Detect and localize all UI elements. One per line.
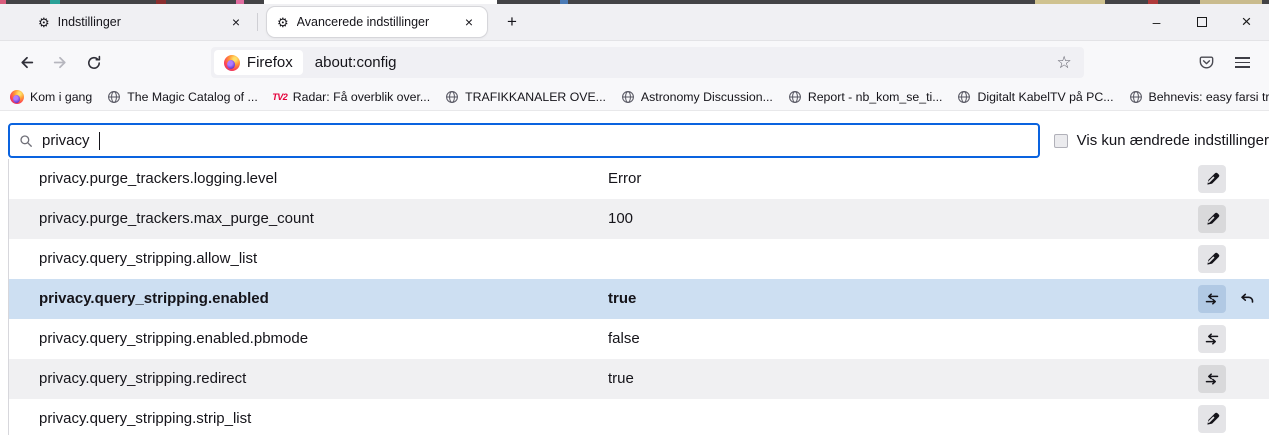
preference-value: Error [608,170,642,187]
tab-separator [257,13,258,31]
preference-name: privacy.query_stripping.enabled.pbmode [39,330,309,347]
preference-name: privacy.query_stripping.redirect [39,370,247,387]
minimize-button[interactable]: – [1134,4,1179,40]
search-value: privacy [42,132,90,149]
bookmark-item[interactable]: The Magic Catalog of ... [107,90,258,104]
tab-label: Avancerede indstillinger [296,15,430,29]
preference-name: privacy.query_stripping.allow_list [39,250,258,267]
edit-button[interactable] [1198,165,1226,193]
preference-name: privacy.purge_trackers.logging.level [39,170,278,187]
preference-row[interactable]: privacy.query_stripping.allow_list [9,239,1269,279]
firefox-icon [10,90,24,104]
gear-icon: ⚙ [38,14,50,30]
preference-name: privacy.query_stripping.strip_list [39,410,252,427]
preference-name: privacy.query_stripping.enabled [39,290,269,307]
search-icon [20,134,32,147]
tab-label: Indstillinger [57,15,121,29]
reload-icon [88,55,101,69]
tab-close-icon[interactable]: × [226,12,246,32]
edit-button[interactable] [1198,205,1226,233]
reset-button[interactable] [1233,285,1261,313]
tab-close-icon[interactable]: × [459,12,479,32]
bookmark-item[interactable]: Digitalt KabelTV på PC... [957,90,1114,104]
back-arrow-icon [21,56,34,69]
tab-indstillinger[interactable]: ⚙ Indstillinger × [28,4,254,40]
bookmark-item[interactable]: Behnevis: easy farsi tra... [1129,90,1269,104]
text-caret [98,131,101,150]
config-search-row: privacy Vis kun ændrede indstillinger [8,123,1269,158]
edit-button[interactable] [1198,245,1226,273]
gear-icon: ⚙ [277,14,289,30]
globe-icon [1129,90,1143,104]
bookmark-star-icon[interactable]: ☆ [1056,54,1075,71]
preference-value: true [608,370,634,387]
identity-label: Firefox [246,54,293,71]
show-modified-checkbox[interactable] [1053,133,1068,148]
bookmark-item[interactable]: Astronomy Discussion... [621,90,773,104]
preference-row[interactable]: privacy.query_stripping.redirect true [9,359,1269,399]
maximize-icon [1196,17,1207,27]
preference-value: true [608,290,637,307]
toggle-button[interactable] [1198,365,1226,393]
close-window-button[interactable]: × [1224,4,1269,40]
preference-row[interactable]: privacy.query_stripping.strip_list [9,399,1269,435]
bookmark-item[interactable]: Kom i gang [10,90,92,104]
navigation-bar: Firefox about:config ☆ [0,40,1269,84]
toggle-button[interactable] [1198,285,1226,313]
globe-icon [788,90,802,104]
preference-row[interactable]: privacy.query_stripping.enabled true [9,279,1269,319]
tab-bar: ⚙ Indstillinger × ⚙ Avancerede indstilli… [0,4,1269,40]
maximize-button[interactable] [1179,4,1224,40]
edit-button[interactable] [1198,405,1226,433]
tv2-icon: TV2 [272,92,288,102]
hamburger-icon [1234,57,1250,59]
pocket-icon [1199,56,1214,69]
globe-icon [445,90,459,104]
firefox-logo-icon [223,54,240,71]
app-menu-button[interactable] [1225,47,1259,79]
reload-button[interactable] [77,47,111,79]
bookmark-item[interactable]: Report - nb_kom_se_ti... [788,90,942,104]
globe-icon [621,90,635,104]
preference-value: 100 [608,210,634,227]
bookmark-item[interactable]: TRAFIKKANALER OVE... [445,90,606,104]
forward-arrow-icon [53,56,66,69]
globe-icon [957,90,971,104]
globe-icon [107,90,121,104]
url-text[interactable]: about:config [315,54,397,71]
forward-button[interactable] [44,47,78,79]
site-identity-chip[interactable]: Firefox [213,50,303,75]
bookmark-item[interactable]: TV2 Radar: Få overblik over... [272,90,430,104]
tab-avancerede-indstillinger[interactable]: ⚙ Avancerede indstillinger × [267,7,487,37]
preference-name: privacy.purge_trackers.max_purge_count [39,210,314,227]
new-tab-button[interactable]: + [499,9,525,35]
preferences-table: privacy.purge_trackers.logging.level Err… [8,159,1269,435]
bookmarks-bar: Kom i gang The Magic Catalog of ... TV2 … [0,84,1269,111]
preference-row[interactable]: privacy.purge_trackers.max_purge_count 1… [9,199,1269,239]
back-button[interactable] [10,47,44,79]
config-search-input[interactable]: privacy [8,123,1040,158]
preference-row[interactable]: privacy.purge_trackers.logging.level Err… [9,159,1269,199]
pocket-button[interactable] [1190,47,1224,79]
preference-row[interactable]: privacy.query_stripping.enabled.pbmode f… [9,319,1269,359]
show-modified-label: Vis kun ændrede indstillinger [1076,132,1269,149]
toggle-button[interactable] [1198,325,1226,353]
address-bar[interactable]: Firefox about:config ☆ [210,47,1084,78]
preference-value: false [608,330,640,347]
window-controls: – × [1134,4,1269,40]
